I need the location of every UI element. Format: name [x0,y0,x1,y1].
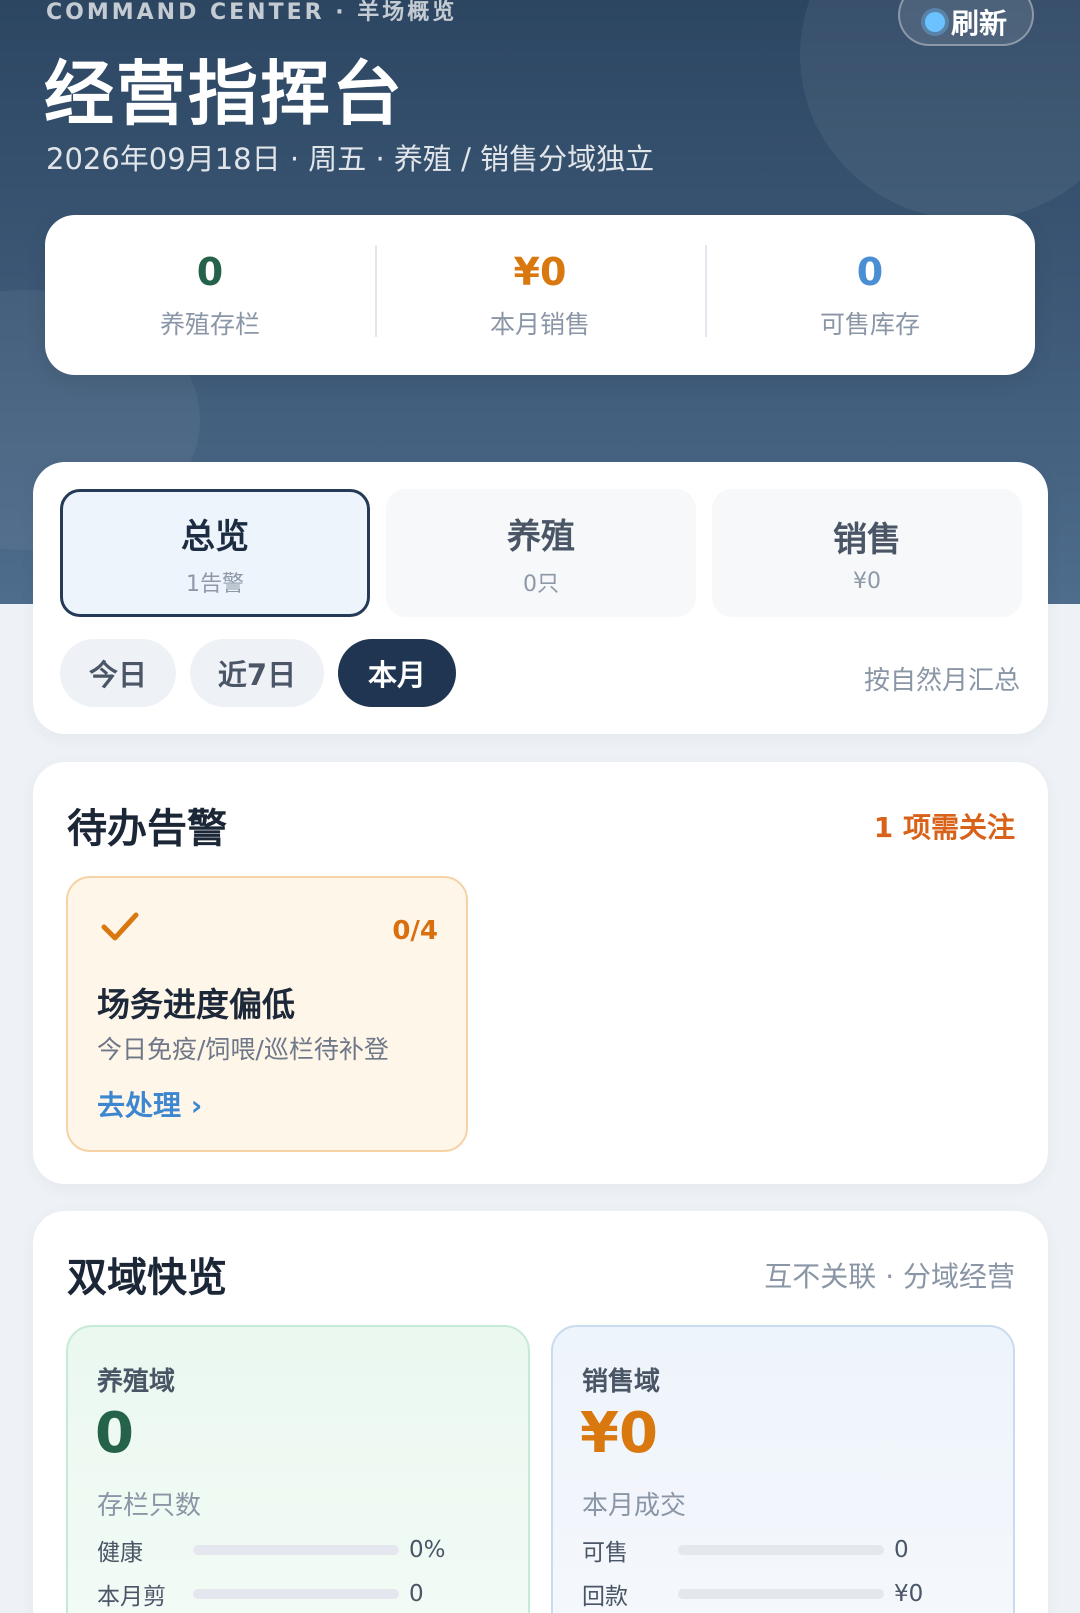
metric-label: 可售 [582,1540,628,1566]
range-7days-button[interactable]: 近7日 [190,639,324,707]
alert-title: 场务进度偏低 [97,985,295,1024]
farming-domain-card[interactable]: 养殖域 0 存栏只数 健康 0% 本月剪 0 [66,1325,530,1613]
stat-label: 本月销售 [489,310,590,339]
range-note: 按自然月汇总 [863,666,1020,696]
view-switcher-card: 总览 1告警 养殖 0只 销售 ¥0 今日 近7日 本月 按自然月汇总 [33,462,1048,734]
status-dot-icon [924,12,945,32]
page-title: 经营指挥台 [44,53,404,135]
tab-overview[interactable]: 总览 1告警 [60,489,370,617]
progress-track [678,1589,884,1599]
tab-label: 总览 [181,516,249,557]
section-title: 双域快览 [67,1255,227,1301]
domain-value: 0 [95,1401,134,1466]
domains-section: 双域快览 互不关联 · 分域经营 养殖域 0 存栏只数 健康 0% 本月剪 0 … [33,1211,1048,1613]
metric-value: 0 [409,1581,424,1607]
domain-sub: 本月成交 [582,1491,687,1521]
alert-description: 今日免疫/饲喂/巡栏待补登 [97,1035,389,1064]
alerts-section: 待办告警 1 项需关注 0/4 场务进度偏低 今日免疫/饲喂/巡栏待补登 去处理… [33,762,1048,1184]
check-icon [100,910,140,948]
tab-sub: 0只 [523,571,559,597]
progress-track [193,1545,399,1555]
stat-label: 可售库存 [819,310,920,339]
domain-sub: 存栏只数 [97,1491,202,1521]
range-month-button[interactable]: 本月 [338,639,456,707]
metric-row-sellable: 可售 0 [582,1533,982,1567]
metric-row-shearing: 本月剪 0 [97,1577,497,1611]
tab-sub: ¥0 [853,569,881,594]
refresh-button[interactable]: 刷新 [898,0,1034,46]
domain-label: 养殖域 [97,1367,176,1397]
stat-livestock[interactable]: 0 养殖存栏 [45,249,375,341]
handle-link[interactable]: 去处理 › [97,1084,202,1124]
alert-progress: 0/4 [392,916,438,946]
metric-value: 0% [409,1537,446,1563]
sales-domain-card[interactable]: 销售域 ¥0 本月成交 可售 0 回款 ¥0 [551,1325,1015,1613]
metric-label: 本月剪 [97,1584,166,1610]
metric-label: 回款 [582,1584,628,1610]
tab-farming[interactable]: 养殖 0只 [386,489,696,617]
stat-label: 养殖存栏 [159,310,260,339]
progress-track [678,1545,884,1555]
tab-label: 销售 [833,520,901,560]
metric-value: ¥0 [894,1581,924,1607]
stat-sellable-stock[interactable]: 0 可售库存 [705,245,1035,341]
domain-label: 销售域 [582,1367,661,1397]
progress-track [193,1589,399,1599]
stat-value: 0 [196,250,224,294]
metric-row-health: 健康 0% [97,1533,497,1567]
stat-value: ¥0 [513,250,567,294]
refresh-label: 刷新 [950,7,1007,40]
stat-monthly-sales[interactable]: ¥0 本月销售 [375,245,705,341]
metric-row-payment: 回款 ¥0 [582,1577,982,1611]
tab-sub: 1告警 [186,571,244,597]
section-note: 互不关联 · 分域经营 [764,1260,1015,1293]
eyebrow-text: COMMAND CENTER · 羊场概览 [46,0,458,25]
page-subtitle: 2026年09月18日 · 周五 · 养殖 / 销售分域独立 [46,142,655,176]
summary-card: 0 养殖存栏 ¥0 本月销售 0 可售库存 [45,215,1035,375]
alert-count-note: 1 项需关注 [873,811,1015,844]
tab-label: 养殖 [507,516,575,557]
stat-value: 0 [856,250,884,294]
alert-item[interactable]: 0/4 场务进度偏低 今日免疫/饲喂/巡栏待补登 去处理 › [66,876,468,1152]
metric-label: 健康 [97,1540,143,1566]
section-title: 待办告警 [67,806,227,852]
domain-value: ¥0 [580,1401,658,1466]
tab-sales[interactable]: 销售 ¥0 [712,489,1022,617]
range-today-button[interactable]: 今日 [60,639,176,707]
metric-value: 0 [894,1537,909,1563]
